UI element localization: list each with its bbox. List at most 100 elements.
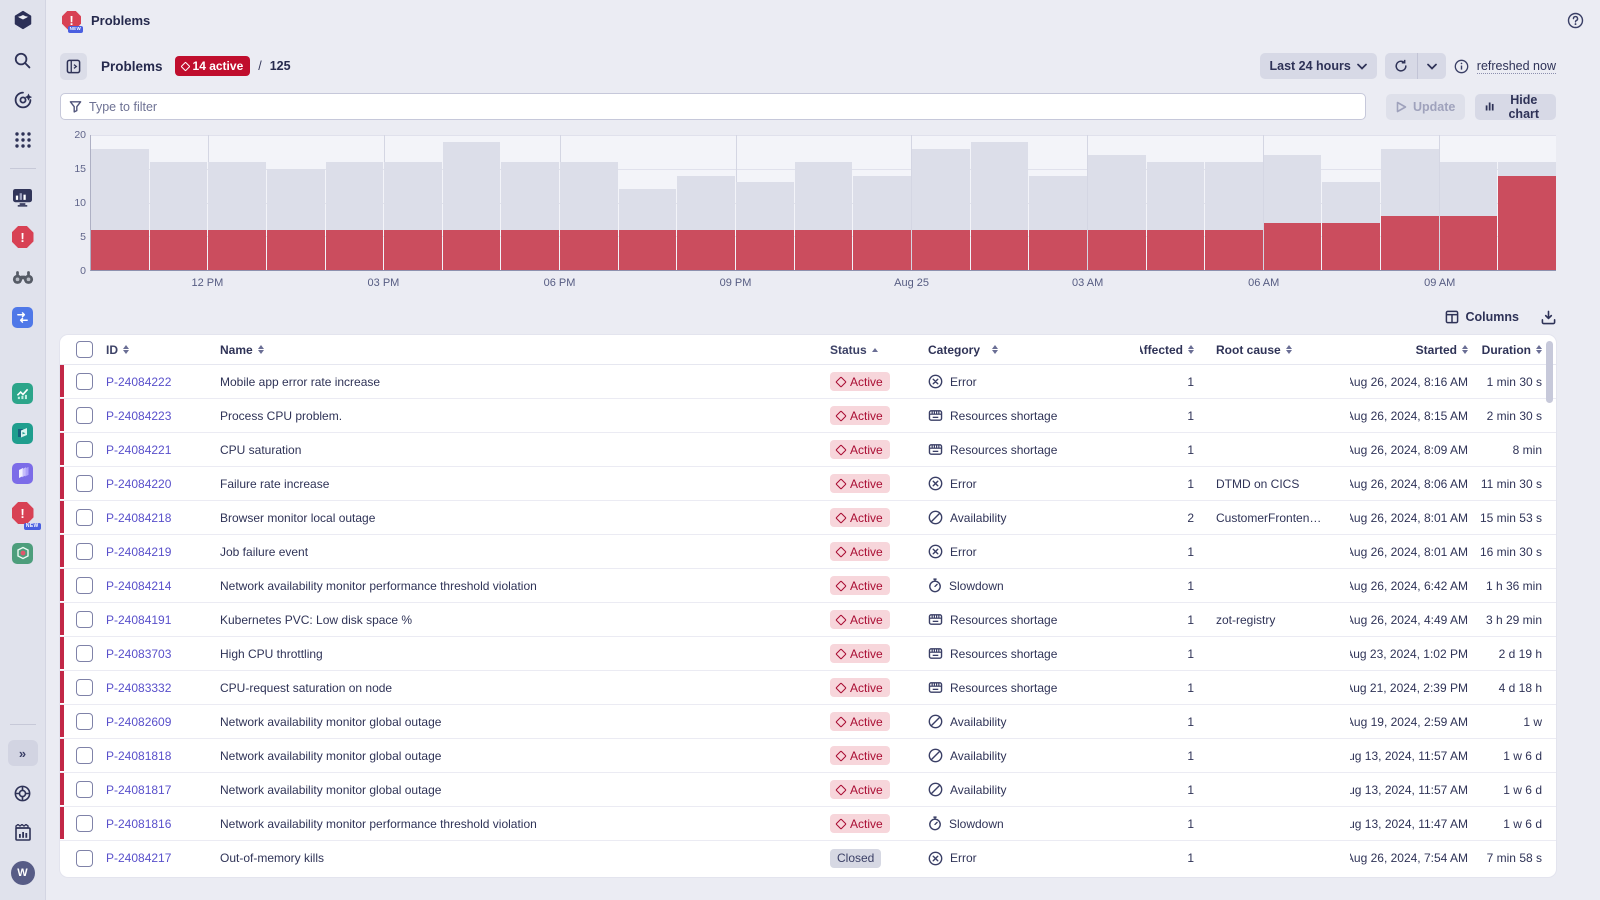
explore-binoculars-icon[interactable] xyxy=(8,262,38,292)
problems-app-icon[interactable]: ! NEW xyxy=(8,498,38,528)
problems-octagon-icon[interactable]: ! xyxy=(8,222,38,252)
problems-timeline-chart[interactable]: 05101520 12 PM03 PM06 PM09 PMAug 2503 AM… xyxy=(60,135,1556,293)
header-started[interactable]: Started xyxy=(1350,343,1468,357)
refresh-button[interactable] xyxy=(1385,53,1418,79)
dynatrace-logo-icon[interactable] xyxy=(8,5,38,35)
row-checkbox[interactable] xyxy=(76,407,93,424)
problem-id-link[interactable]: P-24081816 xyxy=(106,817,171,831)
table-row[interactable]: P-24084218 Browser monitor local outage … xyxy=(60,501,1556,535)
chart-bar[interactable] xyxy=(1029,135,1087,270)
user-avatar[interactable]: W xyxy=(8,858,38,888)
view-panel-button[interactable] xyxy=(60,53,87,80)
header-root-cause[interactable]: Root cause xyxy=(1198,343,1350,357)
table-row[interactable]: P-24081816 Network availability monitor … xyxy=(60,807,1556,841)
problem-id-link[interactable]: P-24084214 xyxy=(106,579,171,593)
table-row[interactable]: P-24081817 Network availability monitor … xyxy=(60,773,1556,807)
dashboards-app-icon[interactable] xyxy=(8,378,38,408)
row-checkbox[interactable] xyxy=(76,781,93,798)
header-id[interactable]: ID xyxy=(106,343,220,357)
problem-id-link[interactable]: P-24081817 xyxy=(106,783,171,797)
table-row[interactable]: P-24082609 Network availability monitor … xyxy=(60,705,1556,739)
row-checkbox[interactable] xyxy=(76,679,93,696)
search-icon[interactable] xyxy=(8,45,38,75)
chart-bar[interactable] xyxy=(619,135,677,270)
header-status[interactable]: Status xyxy=(830,343,928,357)
problem-id-link[interactable]: P-24084220 xyxy=(106,477,171,491)
problem-id-link[interactable]: P-24081818 xyxy=(106,749,171,763)
chart-bar[interactable] xyxy=(795,135,853,270)
chart-bar[interactable] xyxy=(91,135,149,270)
problem-id-link[interactable]: P-24082609 xyxy=(106,715,171,729)
problem-id-link[interactable]: P-24084221 xyxy=(106,443,171,457)
update-button[interactable]: Update xyxy=(1386,94,1465,120)
row-checkbox[interactable] xyxy=(76,373,93,390)
table-row[interactable]: P-24084219 Job failure event Active Erro… xyxy=(60,535,1556,569)
header-name[interactable]: Name xyxy=(220,343,830,357)
app-grid-icon[interactable] xyxy=(8,125,38,155)
chart-bar[interactable] xyxy=(853,135,911,270)
problem-id-link[interactable]: P-24084223 xyxy=(106,409,171,423)
help-button[interactable] xyxy=(1567,12,1584,29)
row-checkbox[interactable] xyxy=(76,577,93,594)
chart-bar[interactable] xyxy=(1147,135,1205,270)
chart-bar[interactable] xyxy=(1440,135,1498,270)
copilot-icon[interactable] xyxy=(8,85,38,115)
table-row[interactable]: P-24084222 Mobile app error rate increas… xyxy=(60,365,1556,399)
expand-sidebar-button[interactable]: » xyxy=(8,738,38,768)
services-app-icon[interactable] xyxy=(8,418,38,448)
columns-button[interactable]: Columns xyxy=(1445,310,1519,324)
chart-bar[interactable] xyxy=(1381,135,1439,270)
header-affected[interactable]: Affected xyxy=(1140,343,1198,357)
chart-bar[interactable] xyxy=(912,135,970,270)
chart-bar[interactable] xyxy=(150,135,208,270)
select-all-checkbox[interactable] xyxy=(76,341,93,358)
problem-id-link[interactable]: P-24083332 xyxy=(106,681,171,695)
row-checkbox[interactable] xyxy=(76,543,93,560)
table-row[interactable]: P-24083703 High CPU throttling Active Re… xyxy=(60,637,1556,671)
table-row[interactable]: P-24084217 Out-of-memory kills Closed Er… xyxy=(60,841,1556,875)
workflows-icon[interactable] xyxy=(8,302,38,332)
chart-bar[interactable] xyxy=(443,135,501,270)
row-checkbox[interactable] xyxy=(76,441,93,458)
problem-id-link[interactable]: P-24084217 xyxy=(106,851,171,865)
problem-id-link[interactable]: P-24084218 xyxy=(106,511,171,525)
chart-bar[interactable] xyxy=(384,135,442,270)
chart-bar[interactable] xyxy=(1322,135,1380,270)
row-checkbox[interactable] xyxy=(76,611,93,628)
table-scrollbar[interactable] xyxy=(1546,341,1553,403)
table-row[interactable]: P-24084214 Network availability monitor … xyxy=(60,569,1556,603)
refreshed-status[interactable]: refreshed now xyxy=(1477,59,1556,74)
row-checkbox[interactable] xyxy=(76,645,93,662)
table-row[interactable]: P-24083332 CPU-request saturation on nod… xyxy=(60,671,1556,705)
problem-id-link[interactable]: P-24084222 xyxy=(106,375,171,389)
table-row[interactable]: P-24084220 Failure rate increase Active … xyxy=(60,467,1556,501)
chart-bar[interactable] xyxy=(560,135,618,270)
problem-id-link[interactable]: P-24084219 xyxy=(106,545,171,559)
table-row[interactable]: P-24084223 Process CPU problem. Active R… xyxy=(60,399,1556,433)
chart-bar[interactable] xyxy=(736,135,794,270)
header-category[interactable]: Category xyxy=(928,343,1140,357)
problem-id-link[interactable]: P-24083703 xyxy=(106,647,171,661)
download-button[interactable] xyxy=(1541,310,1556,325)
row-checkbox[interactable] xyxy=(76,509,93,526)
table-row[interactable]: P-24081818 Network availability monitor … xyxy=(60,739,1556,773)
kubernetes-app-icon[interactable] xyxy=(8,538,38,568)
chart-bar[interactable] xyxy=(1498,135,1556,270)
refresh-options-button[interactable] xyxy=(1418,53,1446,79)
usage-chart-icon[interactable] xyxy=(8,818,38,848)
active-count-badge[interactable]: 14 active xyxy=(175,56,251,76)
row-checkbox[interactable] xyxy=(76,713,93,730)
chart-bar[interactable] xyxy=(1088,135,1146,270)
table-row[interactable]: P-24084191 Kubernetes PVC: Low disk spac… xyxy=(60,603,1556,637)
chart-bar[interactable] xyxy=(1264,135,1322,270)
row-checkbox[interactable] xyxy=(76,815,93,832)
problem-id-link[interactable]: P-24084191 xyxy=(106,613,171,627)
chart-bar[interactable] xyxy=(326,135,384,270)
table-row[interactable]: P-24084221 CPU saturation Active Resourc… xyxy=(60,433,1556,467)
row-checkbox[interactable] xyxy=(76,475,93,492)
chart-bar[interactable] xyxy=(1205,135,1263,270)
filter-input[interactable] xyxy=(89,100,1357,114)
chart-bar[interactable] xyxy=(501,135,559,270)
observability-monitor-icon[interactable] xyxy=(8,182,38,212)
help-lifebuoy-icon[interactable] xyxy=(8,778,38,808)
